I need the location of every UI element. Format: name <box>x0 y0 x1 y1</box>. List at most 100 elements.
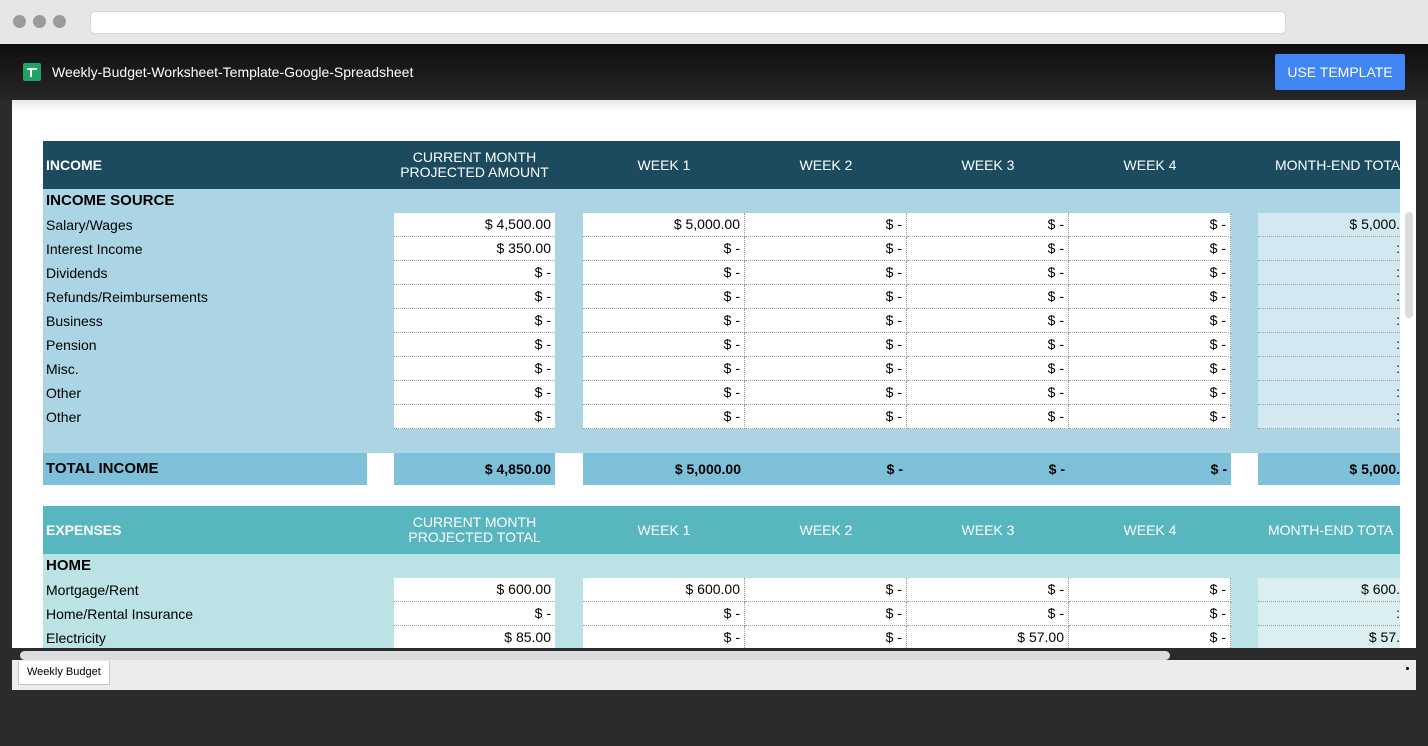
week3-cell[interactable]: $ - <box>907 261 1069 285</box>
week3-cell[interactable]: $ - <box>907 237 1069 261</box>
row-label: Interest Income <box>46 241 143 257</box>
total-month-end: $ 5,000. <box>1258 453 1400 485</box>
week2-cell[interactable]: $ - <box>745 626 907 648</box>
week3-cell[interactable]: $ 57.00 <box>907 626 1069 648</box>
month-end-cell[interactable]: : <box>1258 405 1400 429</box>
month-end-cell[interactable]: : <box>1258 309 1400 333</box>
projected-cell[interactable]: $ - <box>394 333 555 357</box>
expenses-header-label: EXPENSES <box>46 522 122 538</box>
week2-cell[interactable]: $ - <box>745 405 907 429</box>
week2-cell[interactable]: $ - <box>745 357 907 381</box>
week2-cell[interactable]: $ - <box>745 602 907 626</box>
week2-cell[interactable]: $ - <box>745 261 907 285</box>
week4-cell[interactable]: $ - <box>1069 626 1231 648</box>
week1-cell[interactable]: $ - <box>583 261 745 285</box>
row-label: Pension <box>46 337 97 353</box>
income-header-week4: WEEK 4 <box>1123 156 1177 173</box>
month-end-cell[interactable]: $ 600. <box>1258 578 1400 602</box>
month-end-cell[interactable]: : <box>1258 357 1400 381</box>
week2-cell[interactable]: $ - <box>745 309 907 333</box>
month-end-cell[interactable]: : <box>1258 602 1400 626</box>
week1-cell[interactable]: $ - <box>583 405 745 429</box>
month-end-cell[interactable]: $ 5,000. <box>1258 213 1400 237</box>
week4-cell[interactable]: $ - <box>1069 357 1231 381</box>
week2-cell[interactable]: $ - <box>745 578 907 602</box>
projected-cell[interactable]: $ - <box>394 357 555 381</box>
week4-cell[interactable]: $ - <box>1069 213 1231 237</box>
week4-cell[interactable]: $ - <box>1069 285 1231 309</box>
week4-cell[interactable]: $ - <box>1069 333 1231 357</box>
projected-cell[interactable]: $ 350.00 <box>394 237 555 261</box>
expenses-header-month-end: MONTH-END TOTA <box>1268 521 1394 538</box>
week1-cell[interactable]: $ 600.00 <box>583 578 745 602</box>
week4-cell[interactable]: $ - <box>1069 261 1231 285</box>
row-label: Misc. <box>46 361 79 377</box>
week4-cell[interactable]: $ - <box>1069 237 1231 261</box>
address-bar[interactable] <box>90 11 1286 34</box>
week2-cell[interactable]: $ - <box>745 333 907 357</box>
month-end-cell[interactable]: : <box>1258 261 1400 285</box>
week1-cell[interactable]: $ - <box>583 285 745 309</box>
month-end-cell[interactable]: : <box>1258 237 1400 261</box>
week3-cell[interactable]: $ - <box>907 578 1069 602</box>
document-title: Weekly-Budget-Worksheet-Template-Google-… <box>52 64 414 80</box>
projected-cell[interactable]: $ 85.00 <box>394 626 555 648</box>
row-label: Refunds/Reimbursements <box>46 289 208 305</box>
projected-cell[interactable]: $ - <box>394 381 555 405</box>
week1-cell[interactable]: $ - <box>583 237 745 261</box>
row-label: Business <box>46 313 103 329</box>
row-label: Electricity <box>46 630 106 646</box>
vertical-scrollbar[interactable] <box>1405 212 1413 318</box>
row-label: Home/Rental Insurance <box>46 606 194 622</box>
month-end-cell[interactable]: : <box>1258 381 1400 405</box>
expenses-header-week4: WEEK 4 <box>1123 521 1177 538</box>
month-end-cell[interactable]: $ 57. <box>1258 626 1400 648</box>
projected-cell[interactable]: $ - <box>394 602 555 626</box>
week2-cell[interactable]: $ - <box>745 285 907 309</box>
projected-cell[interactable]: $ - <box>394 309 555 333</box>
total-week4: $ - <box>1210 461 1227 477</box>
week4-cell[interactable]: $ - <box>1069 309 1231 333</box>
sheet-tab-weekly-budget[interactable]: Weekly Budget <box>18 661 110 685</box>
window-maximize-dot[interactable] <box>53 15 66 28</box>
expenses-header-week2: WEEK 2 <box>799 521 853 538</box>
projected-cell[interactable]: $ - <box>394 285 555 309</box>
total-week3: $ - <box>1048 461 1065 477</box>
row-label: Mortgage/Rent <box>46 582 139 598</box>
week3-cell[interactable]: $ - <box>907 213 1069 237</box>
total-projected: $ 4,850.00 <box>394 453 555 485</box>
week4-cell[interactable]: $ - <box>1069 602 1231 626</box>
week3-cell[interactable]: $ - <box>907 381 1069 405</box>
horizontal-scrollbar[interactable] <box>20 651 1170 660</box>
week2-cell[interactable]: $ - <box>745 237 907 261</box>
projected-cell[interactable]: $ - <box>394 261 555 285</box>
window-close-dot[interactable] <box>13 15 26 28</box>
week4-cell[interactable]: $ - <box>1069 578 1231 602</box>
window-minimize-dot[interactable] <box>33 15 46 28</box>
week2-cell[interactable]: $ - <box>745 381 907 405</box>
week4-cell[interactable]: $ - <box>1069 405 1231 429</box>
projected-cell[interactable]: $ 4,500.00 <box>394 213 555 237</box>
week3-cell[interactable]: $ - <box>907 405 1069 429</box>
week4-cell[interactable]: $ - <box>1069 381 1231 405</box>
week1-cell[interactable]: $ - <box>583 602 745 626</box>
week3-cell[interactable]: $ - <box>907 285 1069 309</box>
week3-cell[interactable]: $ - <box>907 357 1069 381</box>
week3-cell[interactable]: $ - <box>907 602 1069 626</box>
projected-cell[interactable]: $ 600.00 <box>394 578 555 602</box>
week1-cell[interactable]: $ - <box>583 333 745 357</box>
week1-cell[interactable]: $ - <box>583 626 745 648</box>
week2-cell[interactable]: $ - <box>745 213 907 237</box>
income-header-week1: WEEK 1 <box>637 156 691 173</box>
month-end-cell[interactable]: : <box>1258 285 1400 309</box>
week1-cell[interactable]: $ - <box>583 381 745 405</box>
month-end-cell[interactable]: : <box>1258 333 1400 357</box>
week1-cell[interactable]: $ 5,000.00 <box>583 213 745 237</box>
week1-cell[interactable]: $ - <box>583 309 745 333</box>
projected-cell[interactable]: $ - <box>394 405 555 429</box>
row-label: Other <box>46 385 82 401</box>
use-template-button[interactable]: USE TEMPLATE <box>1275 54 1405 90</box>
week3-cell[interactable]: $ - <box>907 333 1069 357</box>
week1-cell[interactable]: $ - <box>583 357 745 381</box>
week3-cell[interactable]: $ - <box>907 309 1069 333</box>
